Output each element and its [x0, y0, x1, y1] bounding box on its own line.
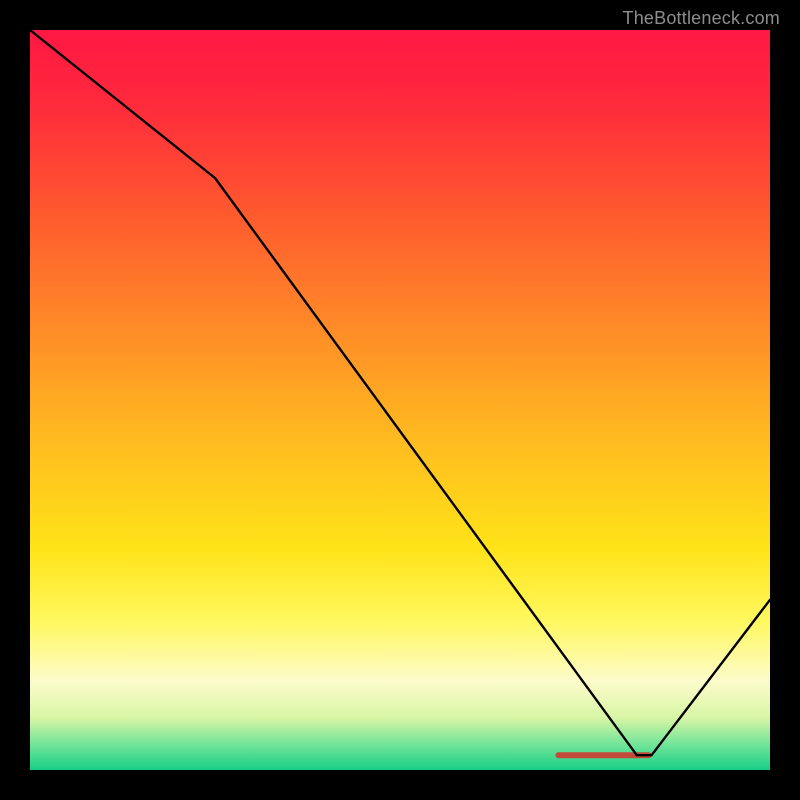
- chart-frame: TheBottleneck.com: [0, 0, 800, 800]
- plot-area: [30, 30, 770, 770]
- gradient-background: [30, 30, 770, 770]
- attribution-label: TheBottleneck.com: [623, 8, 780, 29]
- chart-canvas: [30, 30, 770, 770]
